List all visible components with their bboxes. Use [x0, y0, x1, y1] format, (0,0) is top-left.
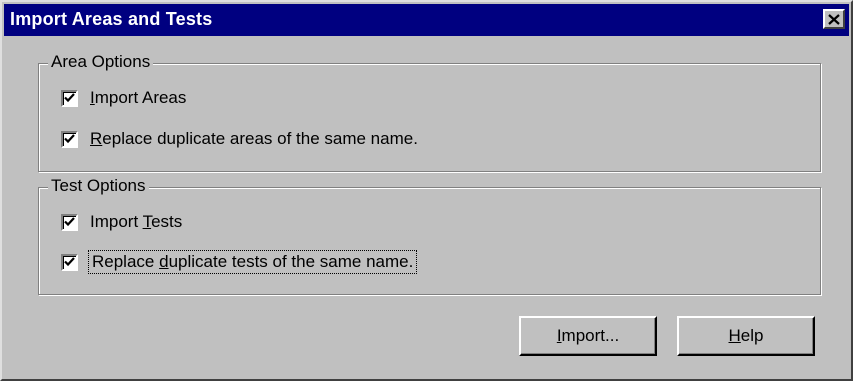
checkmark-icon — [64, 217, 75, 227]
replace-tests-label: Replace duplicate tests of the same name… — [87, 250, 418, 274]
area-options-legend: Area Options — [48, 52, 154, 72]
replace-tests-checkbox-row[interactable]: Replace duplicate tests of the same name… — [61, 250, 418, 274]
help-button[interactable]: Help — [677, 316, 815, 356]
help-button-label: Help — [728, 326, 764, 345]
import-areas-tests-dialog: Import Areas and Tests Area Options Impo… — [0, 0, 853, 381]
import-areas-checkbox-row[interactable]: Import Areas — [61, 86, 186, 110]
close-icon — [828, 13, 840, 25]
import-areas-label: Import Areas — [90, 88, 187, 107]
area-options-group: Area Options Import Areas Replace duplic… — [38, 52, 821, 172]
import-tests-checkbox[interactable] — [61, 213, 78, 231]
checkmark-icon — [64, 257, 75, 267]
test-options-group: Test Options Import Tests Replace duplic… — [38, 176, 821, 295]
title-bar[interactable]: Import Areas and Tests — [4, 4, 849, 36]
import-tests-label: Import Tests — [90, 212, 183, 231]
test-options-legend: Test Options — [48, 176, 149, 196]
import-tests-checkbox-row[interactable]: Import Tests — [61, 210, 182, 234]
replace-tests-checkbox[interactable] — [61, 253, 78, 271]
window-title: Import Areas and Tests — [10, 9, 213, 29]
replace-areas-label: Replace duplicate areas of the same name… — [90, 129, 418, 148]
checkmark-icon — [64, 93, 75, 103]
import-button[interactable]: Import... — [519, 316, 657, 356]
replace-areas-checkbox-row[interactable]: Replace duplicate areas of the same name… — [61, 127, 418, 151]
checkmark-icon — [64, 134, 75, 144]
import-areas-checkbox[interactable] — [61, 89, 78, 107]
import-button-label: Import... — [556, 326, 620, 345]
replace-areas-checkbox[interactable] — [61, 130, 78, 148]
close-button[interactable] — [823, 9, 845, 29]
